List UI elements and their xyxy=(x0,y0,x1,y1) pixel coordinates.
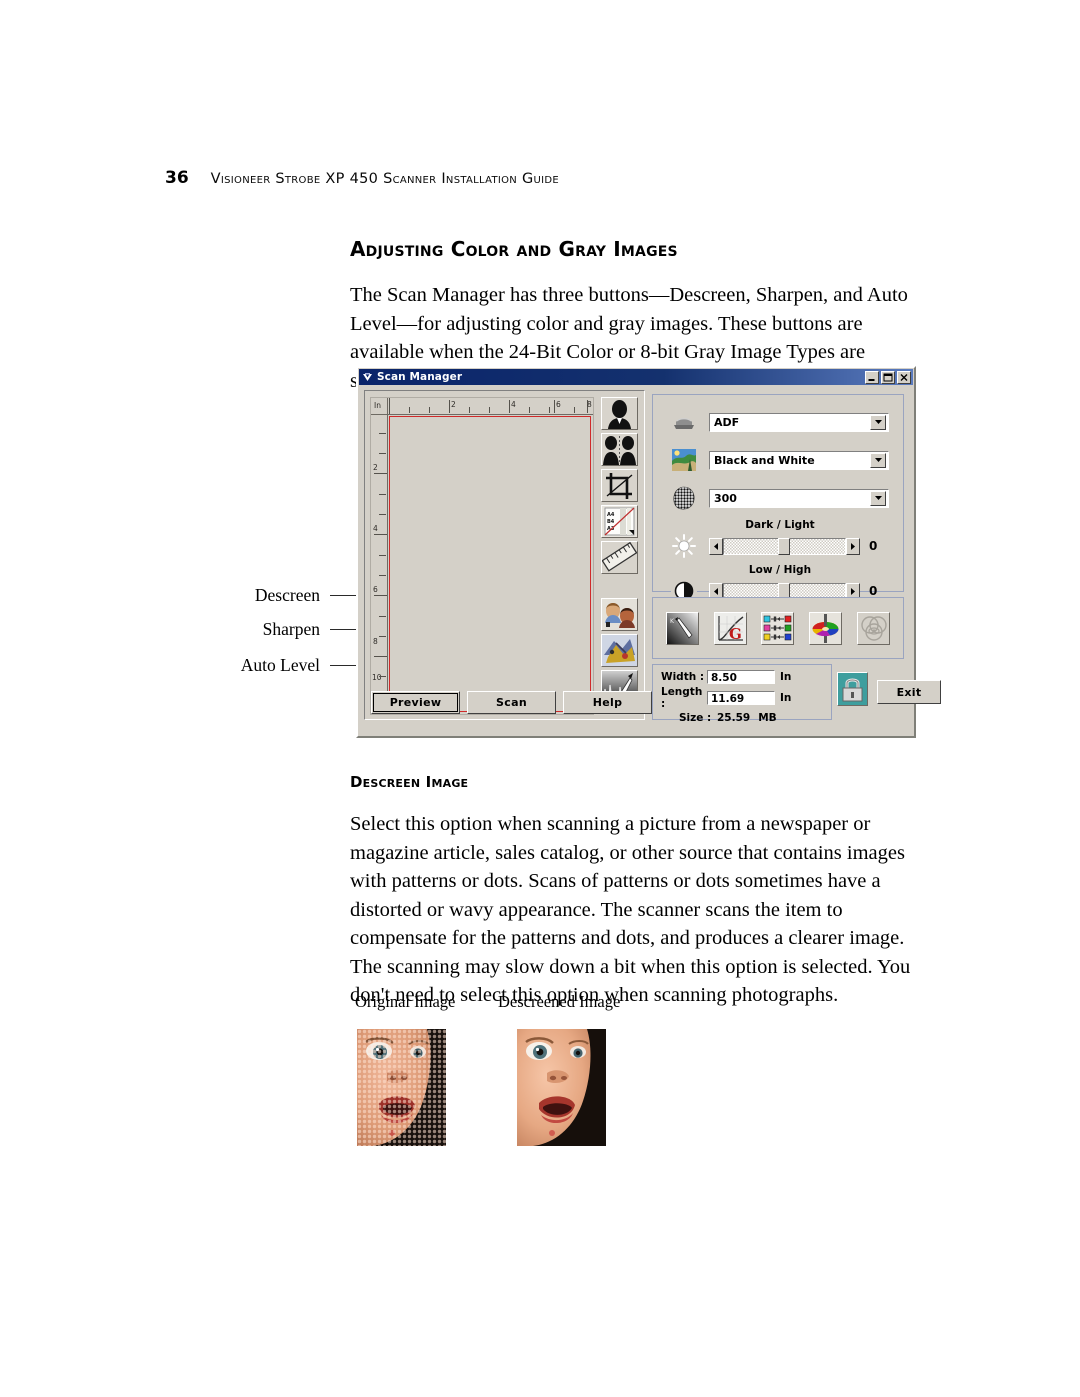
resolution-value: 300 xyxy=(714,491,737,505)
brightness-contrast-button[interactable]: K xyxy=(666,611,700,645)
portrait-tool-button[interactable] xyxy=(601,397,638,430)
scan-button[interactable]: Scan xyxy=(467,691,556,714)
scanner-icon xyxy=(671,409,697,435)
ruler-tool-button[interactable] xyxy=(601,541,638,574)
page-number: 36 xyxy=(165,168,189,188)
resolution-combobox[interactable]: 300 xyxy=(709,488,889,508)
resolution-row: 300 xyxy=(671,485,889,511)
svg-text:G: G xyxy=(729,625,742,643)
sub-heading-descreen-image: Descreen Image xyxy=(350,773,469,791)
ruler-h-label-6: 6 xyxy=(556,400,561,409)
help-button[interactable]: Help xyxy=(563,691,652,714)
low-high-label: Low / High xyxy=(748,564,812,576)
size-unit: MB xyxy=(758,712,777,724)
section-heading: Adjusting Color and Gray Images xyxy=(350,237,678,261)
width-input[interactable]: 8.50 xyxy=(707,670,775,684)
window-title: Scan Manager xyxy=(377,370,463,383)
size-value: 25.59 xyxy=(717,712,751,724)
maximize-button[interactable] xyxy=(881,370,895,384)
width-label: Width : xyxy=(661,671,705,683)
scan-selection-area[interactable] xyxy=(389,416,591,712)
size-row: Size : 25.59 MB xyxy=(679,712,831,724)
source-value: ADF xyxy=(714,415,740,429)
length-input[interactable]: 11.69 xyxy=(707,691,775,705)
minimize-button[interactable] xyxy=(865,370,879,384)
settings-group: ADF Black and White 300 Dark / Light 0 L… xyxy=(652,394,904,604)
ruler-v-label-4: 4 xyxy=(373,524,378,533)
color-balance-button[interactable] xyxy=(761,611,795,645)
caption-original-image: Original Image xyxy=(355,992,456,1011)
lock-aspect-button[interactable] xyxy=(837,672,868,706)
callout-sharpen: Sharpen xyxy=(262,619,320,639)
caption-descreened-image: Descreened Image xyxy=(498,992,621,1011)
dark-light-slider-thumb[interactable] xyxy=(778,537,791,555)
photo-icon xyxy=(671,447,697,473)
mirror-tool-button[interactable] xyxy=(601,433,638,466)
size-group: Width : 8.50 In Length : 11.69 In Size :… xyxy=(652,664,832,724)
image-type-value: Black and White xyxy=(714,453,815,467)
descreen-tool-button[interactable] xyxy=(601,598,638,631)
ruler-v-label-8: 8 xyxy=(373,637,378,646)
sharpen-tool-button[interactable] xyxy=(601,634,638,667)
ruler-h-label-8: 8 xyxy=(587,400,592,409)
dark-light-row: 0 xyxy=(671,533,889,559)
image-type-combobox[interactable]: Black and White xyxy=(709,450,889,470)
chevron-down-icon[interactable] xyxy=(870,452,886,468)
halftone-icon xyxy=(671,485,697,511)
hue-saturation-button[interactable] xyxy=(809,611,843,645)
running-header: 36 Visioneer Strobe XP 450 Scanner Insta… xyxy=(165,168,559,188)
source-row: ADF xyxy=(671,409,889,435)
dark-light-value: 0 xyxy=(869,539,878,553)
chevron-down-icon[interactable] xyxy=(870,490,886,506)
source-combobox[interactable]: ADF xyxy=(709,412,889,432)
exit-button[interactable]: Exit xyxy=(877,680,941,704)
header-title: Visioneer Strobe XP 450 Scanner Installa… xyxy=(210,171,559,187)
ruler-v-label-2: 2 xyxy=(373,463,378,472)
tool-strip: A4 B4 A3 xyxy=(601,397,641,703)
visioneer-logo-icon xyxy=(362,372,373,383)
dark-light-increase-button[interactable] xyxy=(846,537,860,555)
ruler-h-label-4: 4 xyxy=(511,400,516,409)
advanced-disabled-button xyxy=(856,611,890,645)
preview-group: In 2 4 6 8 2 4 6 8 10 A4 B4 Preview Scan… xyxy=(364,390,652,720)
low-high-value: 0 xyxy=(869,584,878,598)
svg-text:A4: A4 xyxy=(607,512,615,518)
window-button-group xyxy=(865,370,911,384)
length-label: Length : xyxy=(661,686,703,710)
preview-pane[interactable]: In 2 4 6 8 2 4 6 8 10 xyxy=(370,397,594,715)
preview-button[interactable]: Preview xyxy=(371,691,460,714)
scan-manager-window: Scan Manager In 2 4 6 8 2 4 6 8 10 A4 B4… xyxy=(356,366,941,738)
sample-original-image xyxy=(357,1029,446,1146)
descreen-paragraph: Select this option when scanning a pictu… xyxy=(350,813,911,1006)
window-titlebar[interactable]: Scan Manager xyxy=(359,369,913,385)
length-unit: In xyxy=(780,692,792,704)
width-unit: In xyxy=(780,671,792,683)
paper-size-tool-button[interactable]: A4 B4 A3 xyxy=(601,505,638,538)
callout-auto-level: Auto Level xyxy=(240,655,320,675)
brightness-icon xyxy=(671,533,697,559)
callout-descreen: Descreen xyxy=(254,585,320,605)
dark-light-label: Dark / Light xyxy=(745,519,815,531)
ruler-h-label-2: 2 xyxy=(451,400,456,409)
dark-light-decrease-button[interactable] xyxy=(709,537,723,555)
gamma-curve-button[interactable]: G xyxy=(713,611,747,645)
dialog-button-row: Preview Scan Help xyxy=(371,691,652,714)
close-button[interactable] xyxy=(897,370,911,384)
horizontal-ruler: In 2 4 6 8 xyxy=(371,398,593,415)
size-label: Size : xyxy=(679,712,712,724)
length-row: Length : 11.69 In xyxy=(661,686,831,710)
chevron-down-icon[interactable] xyxy=(870,414,886,430)
crop-tool-button[interactable] xyxy=(601,469,638,502)
width-row: Width : 8.50 In xyxy=(661,670,831,684)
ruler-v-label-6: 6 xyxy=(373,585,378,594)
image-type-row: Black and White xyxy=(671,447,889,473)
vertical-ruler: 2 4 6 8 10 xyxy=(371,398,388,714)
dark-light-slider-track[interactable] xyxy=(723,537,846,555)
svg-text:B4: B4 xyxy=(607,519,615,525)
sample-descreened-image xyxy=(517,1029,606,1146)
window-body: In 2 4 6 8 2 4 6 8 10 A4 B4 Preview Scan… xyxy=(358,385,941,731)
adjust-toolbar-group: K G xyxy=(652,597,904,659)
